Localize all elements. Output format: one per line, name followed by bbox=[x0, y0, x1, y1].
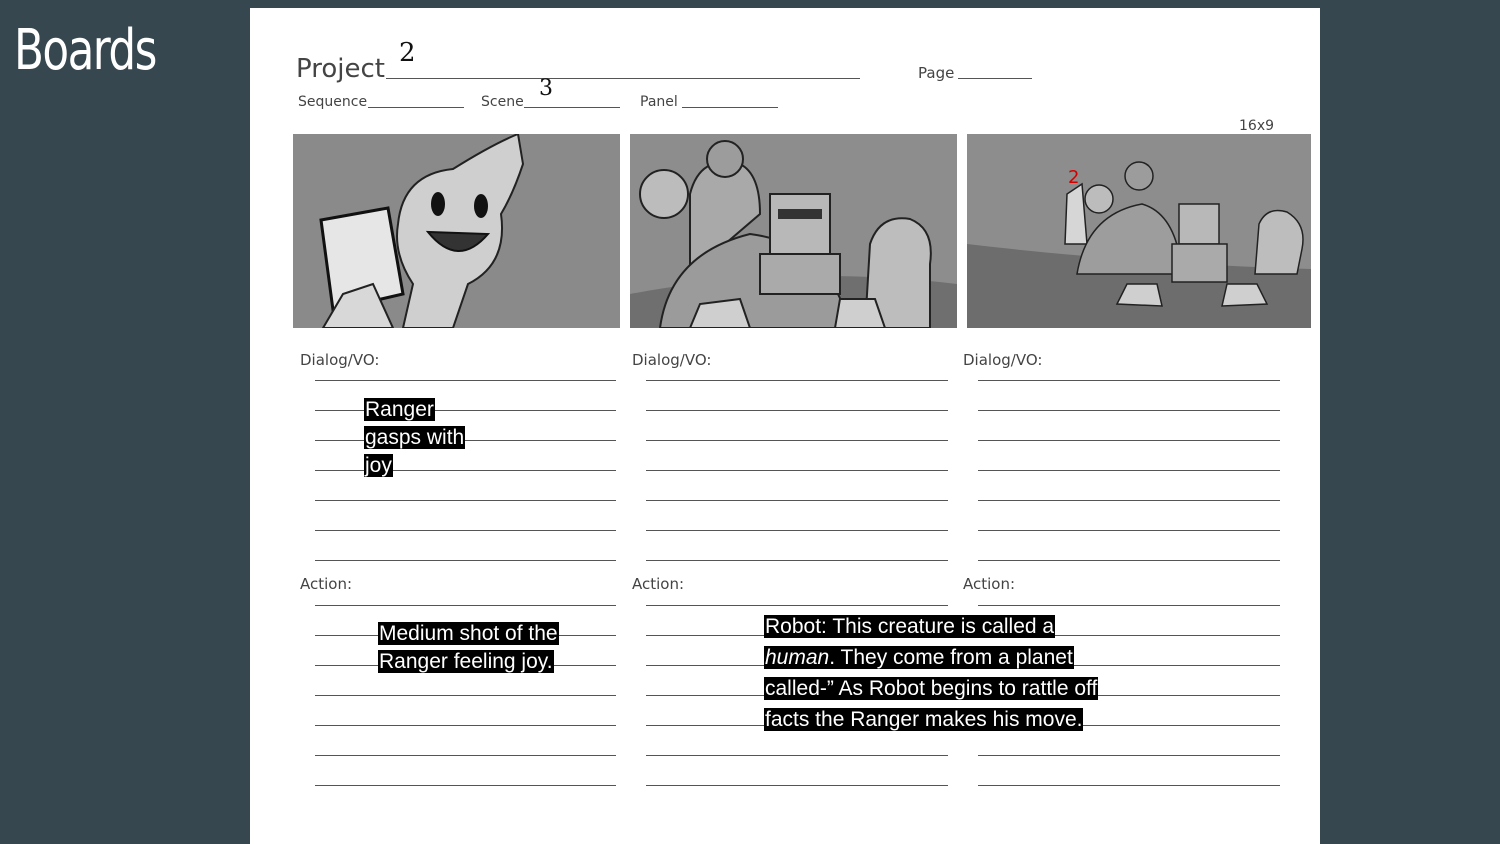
rule bbox=[978, 560, 1280, 561]
rule bbox=[646, 440, 948, 441]
panel-2-dialog-label: Dialog/VO: bbox=[632, 351, 712, 369]
panel-3-image: 2 bbox=[967, 134, 1311, 328]
rule bbox=[315, 500, 616, 501]
panel-1-action-label: Action: bbox=[300, 575, 353, 593]
rule bbox=[646, 470, 948, 471]
panel-2-action-note-text: Robot: This creature is called a human. … bbox=[764, 615, 1099, 731]
panel-3-dialog-label: Dialog/VO: bbox=[963, 351, 1043, 369]
rule bbox=[978, 470, 1280, 471]
robot-group-sketch bbox=[630, 134, 957, 328]
rule bbox=[978, 410, 1280, 411]
rule bbox=[315, 725, 616, 726]
sketch-mark: 2 bbox=[1068, 167, 1080, 188]
rule bbox=[315, 785, 616, 786]
rule bbox=[646, 500, 948, 501]
rule bbox=[646, 605, 948, 606]
rule bbox=[978, 755, 1280, 756]
page-label: Page bbox=[918, 64, 955, 82]
rule bbox=[315, 560, 616, 561]
project-label: Project bbox=[296, 54, 385, 84]
rule bbox=[646, 380, 948, 381]
aspect-label: 16x9 bbox=[1239, 118, 1275, 134]
panel-1-dialog-note-text: Ranger gasps with joy bbox=[364, 398, 466, 477]
project-value: 2 bbox=[399, 38, 416, 68]
rule bbox=[646, 410, 948, 411]
panel-1-action-note-text: Medium shot of the Ranger feeling joy. bbox=[378, 622, 559, 673]
scene-value: 3 bbox=[539, 76, 553, 101]
rule bbox=[978, 530, 1280, 531]
panel-2-action-note[interactable]: Robot: This creature is called a human. … bbox=[764, 611, 1104, 735]
rule bbox=[978, 440, 1280, 441]
slide-title: Boards bbox=[14, 18, 157, 83]
rule bbox=[646, 785, 948, 786]
panel-3-action-label: Action: bbox=[963, 575, 1016, 593]
rule bbox=[315, 380, 616, 381]
ranger-sketch bbox=[293, 134, 620, 328]
rule bbox=[978, 380, 1280, 381]
rule bbox=[315, 605, 616, 606]
rule bbox=[646, 755, 948, 756]
panel-1-action-note[interactable]: Medium shot of the Ranger feeling joy. bbox=[378, 620, 578, 676]
panel-label: Panel bbox=[640, 94, 678, 110]
panel-1-dialog-label: Dialog/VO: bbox=[300, 351, 380, 369]
rule bbox=[315, 530, 616, 531]
scene-label: Scene bbox=[481, 94, 524, 110]
rule bbox=[978, 500, 1280, 501]
sequence-label: Sequence bbox=[298, 94, 368, 110]
group-wide-sketch bbox=[967, 134, 1311, 328]
panel-1-dialog-note[interactable]: Ranger gasps with joy bbox=[364, 396, 476, 480]
page-line bbox=[958, 78, 1032, 79]
panel-1-image bbox=[293, 134, 620, 328]
panel-line bbox=[682, 107, 778, 108]
sequence-line bbox=[368, 107, 464, 108]
rule bbox=[646, 530, 948, 531]
panel-2-action-label: Action: bbox=[632, 575, 685, 593]
rule bbox=[315, 695, 616, 696]
project-line bbox=[386, 78, 860, 79]
note-pre: Robot: This creature is called a bbox=[765, 615, 1055, 638]
rule bbox=[978, 605, 1280, 606]
rule bbox=[646, 560, 948, 561]
rule bbox=[978, 785, 1280, 786]
scene-line bbox=[524, 107, 620, 108]
note-emphasis: human bbox=[765, 646, 830, 669]
rule bbox=[315, 755, 616, 756]
panel-2-image bbox=[630, 134, 957, 328]
storyboard-sheet: Project 2 Page Sequence Scene 3 Panel 16… bbox=[250, 8, 1320, 844]
